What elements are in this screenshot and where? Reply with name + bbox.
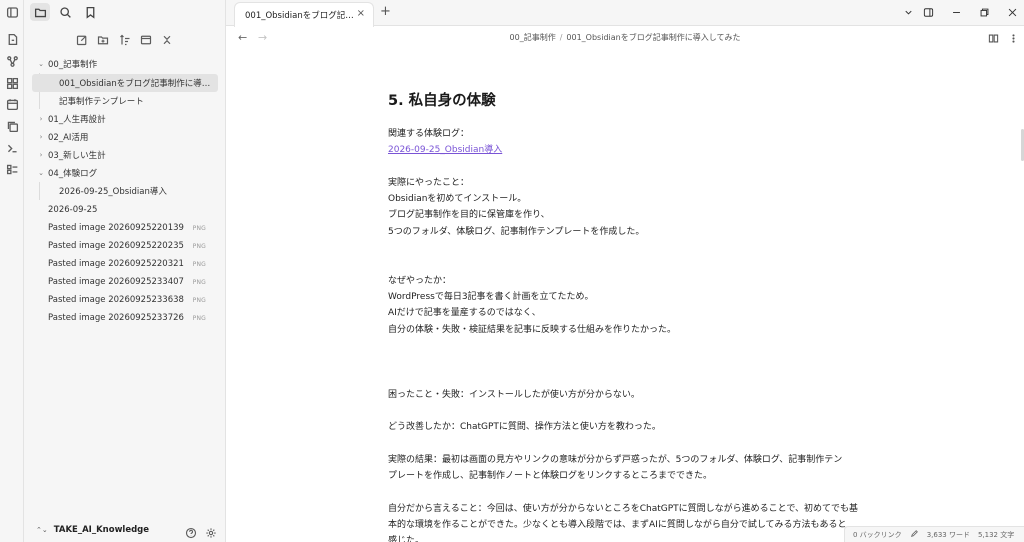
files-tab-folder-icon[interactable] [30, 3, 50, 21]
paragraph-line: 5つのフォルダ、体験ログ、記事制作テンプレートを作成した。 [388, 226, 645, 237]
vault-switcher[interactable]: ⌃⌄ TAKE_AI_Knowledge [36, 525, 149, 535]
file-pasted-image[interactable]: Pasted image 20260925233638 PNG [48, 291, 220, 309]
search-icon[interactable] [55, 3, 75, 21]
minimize-icon[interactable] [948, 5, 964, 19]
paragraph-line: AIだけで記事を量産するのではなく、 [388, 308, 541, 319]
chevron-down-icon: ⌄ [38, 60, 44, 68]
sidebar-tabs [24, 0, 226, 24]
status-bar: 0 バックリンク 3,633 ワード 5,132 文字 [844, 526, 1024, 542]
folder-04-experience-log[interactable]: ⌄ 04_体験ログ [36, 164, 220, 182]
close-window-icon[interactable] [1004, 5, 1020, 19]
backlink-count[interactable]: 0 バックリンク [853, 530, 902, 540]
file-001-obsidian-article[interactable]: 001_Obsidianをブログ記事制作に導入してみた [32, 74, 218, 92]
vault-name: TAKE_AI_Knowledge [53, 525, 150, 535]
breadcrumb: 00_記事制作/001_Obsidianをブログ記事制作に導入してみた [509, 33, 741, 42]
file-pasted-image[interactable]: Pasted image 20260925220139 PNG [48, 219, 220, 237]
paragraph-line: 感じた。 [388, 536, 425, 542]
paragraph-line: ブログ記事制作を目的に保管庫を作り、 [388, 210, 550, 221]
paragraph-line: 本的な環境を作ることができた。少なくとも導入段階では、まずAIに質問しながら自分… [388, 520, 847, 531]
sidebar-footer: ⌃⌄ TAKE_AI_Knowledge [24, 522, 226, 542]
file-pasted-image[interactable]: Pasted image 20260925220235 PNG [48, 237, 220, 255]
folder-00-articles[interactable]: ⌄ 00_記事制作 [36, 55, 220, 73]
breadcrumb-file[interactable]: 001_Obsidianをブログ記事制作に導入してみた [566, 33, 740, 42]
tab-current-note[interactable]: 001_Obsidianをブログ記事制作に導入してみた × [234, 2, 374, 27]
folder-01-life-redesign[interactable]: › 01_人生再設計 [36, 110, 220, 128]
paragraph-line: 困ったこと・失敗：インストールしたが使い方が分からない。 [388, 389, 640, 400]
paragraph-line: どう改善したか：ChatGPTに質問、操作方法と使い方を教わった。 [388, 422, 661, 433]
file-2026-09-25[interactable]: 2026-09-25 [48, 201, 220, 219]
file-obsidian-log[interactable]: 2026-09-25_Obsidian導入 [59, 182, 219, 200]
file-pasted-image[interactable]: Pasted image 20260925233726 PNG [48, 309, 220, 327]
chevron-right-icon: › [39, 151, 43, 159]
vault-chevron-icon: ⌃⌄ [36, 526, 48, 534]
editor-content[interactable]: 5. 私自身の体験 関連する体験ログ： 2026-09-25_Obsidian導… [226, 49, 1024, 542]
log-label: 関連する体験ログ： [388, 129, 470, 139]
folder-03-new-living[interactable]: › 03_新しい生計 [36, 146, 220, 164]
chevron-down-icon: ⌄ [38, 169, 44, 177]
section-heading: 5. 私自身の体験 [388, 93, 496, 109]
did-label: 実際にやったこと： [388, 177, 470, 188]
file-explorer-sidebar: ⌄00_記事制作 001_Obsidianをブログ記事制作に導入してみた 記事制… [24, 0, 226, 542]
edit-pencil-icon[interactable] [910, 529, 919, 540]
paragraph-line: Obsidianを初めてインストール。 [388, 194, 527, 205]
note-body: 5. 私自身の体験 関連する体験ログ： 2026-09-25_Obsidian導… [388, 89, 868, 542]
terminal-icon[interactable] [3, 139, 21, 157]
auto-reveal-icon[interactable] [137, 31, 155, 49]
paragraph-line: 自分だから言えること：今回は、使い方が分からないところをChatGPTに質問しな… [388, 503, 859, 514]
char-count: 5,132 文字 [977, 530, 1015, 539]
folder-02-ai[interactable]: › 02_AI活用 [36, 128, 220, 146]
calendar-icon[interactable] [3, 95, 21, 113]
why-label: なぜやったか： [388, 275, 452, 286]
tab-close-icon[interactable]: × [357, 8, 365, 19]
tab-list-chevron-icon[interactable] [900, 5, 916, 19]
file-article-template[interactable]: 記事制作テンプレート [59, 92, 219, 110]
copy-icon[interactable] [3, 117, 21, 135]
new-note-icon[interactable] [3, 30, 21, 48]
reading-view-book-icon[interactable] [986, 31, 1000, 45]
sidebar-toggle-icon[interactable] [3, 3, 21, 21]
file-explorer-actions [24, 30, 226, 50]
right-sidebar-toggle-icon[interactable] [920, 5, 936, 19]
experience-log-link[interactable]: 2026-09-25_Obsidian導入 [388, 145, 502, 155]
chevron-right-icon: › [39, 133, 43, 141]
new-note-pencil-icon[interactable] [73, 31, 91, 49]
canvas-icon[interactable] [3, 74, 21, 92]
view-header: ← → 00_記事制作/001_Obsidianをブログ記事制作に導入してみた [226, 27, 1024, 49]
paragraph-line: プレートを作成し、記事制作ノートと体験ログをリンクするところまでできた。 [388, 471, 713, 482]
settings-gear-icon[interactable] [204, 526, 217, 539]
bookmark-icon[interactable] [80, 3, 100, 21]
file-pasted-image[interactable]: Pasted image 20260925220321 PNG [48, 255, 220, 273]
paragraph-line: WordPressで毎日3記事を書く計画を立てたため。 [388, 291, 594, 302]
file-pasted-image[interactable]: Pasted image 20260925233407 PNG [48, 273, 220, 291]
new-tab-plus-icon[interactable]: + [380, 5, 391, 19]
left-ribbon [0, 0, 24, 542]
word-count: 3,633 ワード [926, 530, 970, 539]
restore-icon[interactable] [976, 5, 992, 19]
tab-title: 001_Obsidianをブログ記事制作に導入してみた [245, 11, 355, 21]
sort-icon[interactable] [116, 31, 134, 49]
chevron-right-icon: › [39, 115, 43, 123]
more-options-icon[interactable] [1006, 31, 1020, 45]
paragraph-line: 自分の体験・失敗・検証結果を記事に反映する仕組みを作りたかった。 [388, 324, 677, 335]
breadcrumb-folder[interactable]: 00_記事制作 [510, 33, 556, 42]
help-icon[interactable] [184, 526, 197, 539]
tab-bar: 001_Obsidianをブログ記事制作に導入してみた × + [226, 0, 1024, 27]
new-folder-icon[interactable] [94, 31, 112, 49]
templates-icon[interactable] [3, 160, 21, 178]
paragraph-line: 実際の結果：最初は画面の見方やリンクの意味が分からず戸惑ったが、5つのフォルダ、… [388, 454, 843, 465]
collapse-all-icon[interactable] [158, 31, 176, 49]
graph-view-icon[interactable] [3, 52, 21, 70]
tree-guide-line [39, 182, 40, 200]
